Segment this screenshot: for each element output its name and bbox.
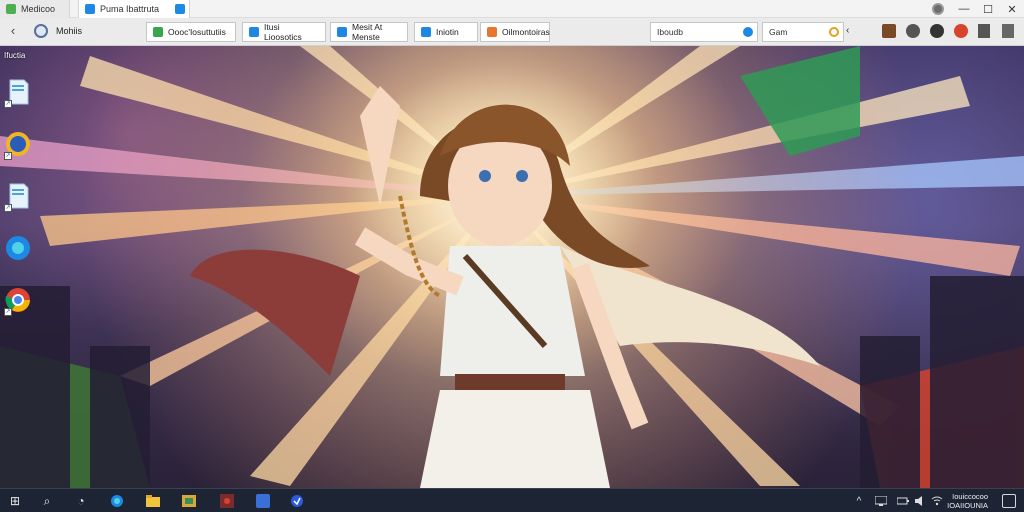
task-view-button[interactable]: ◔	[72, 492, 90, 510]
chevron-left-icon[interactable]: ‹	[846, 24, 856, 38]
bookmark-favicon-icon	[249, 27, 259, 37]
desktop-chrome-icon[interactable]: ↗	[4, 286, 30, 316]
bookmark-label: Iniotin	[436, 27, 459, 37]
bookmark-label: Mesit At Menste	[352, 22, 383, 42]
secondary-input-value: Gam	[769, 27, 788, 37]
menu-icon[interactable]	[978, 24, 990, 38]
browser-toolbar: ‹ Mohiis Oooc'Iosuttutiis Itusi Lioosoti…	[0, 18, 1024, 46]
taskbar-app-icon[interactable]	[218, 492, 236, 510]
shield-icon[interactable]	[930, 24, 944, 38]
start-button[interactable]: ⊞	[6, 492, 24, 510]
bookmark-label: Oooc'Iosuttutiis	[168, 27, 226, 37]
wallpaper-artwork	[0, 46, 1024, 488]
bookmark-label: Oilmontoiras	[502, 27, 550, 37]
maximize-button[interactable]: ☐	[976, 0, 1000, 18]
account-icon[interactable]	[954, 24, 968, 38]
search-input[interactable]: Iboudb	[650, 22, 758, 42]
search-input-value: Iboudb	[657, 27, 683, 37]
tab-medicoo[interactable]: Medicoo	[0, 0, 70, 18]
search-button[interactable]: ⌕	[38, 492, 56, 510]
browser-tab-strip: Medicoo Puma Ibattruta — ☐ ✕	[0, 0, 1024, 18]
taskbar-store-icon[interactable]	[180, 492, 198, 510]
bookmark-1[interactable]: Oooc'Iosuttutiis	[146, 22, 236, 42]
tab-label: Medicoo	[21, 4, 56, 14]
taskbar: ⊞ ⌕ ◔ ^ Iouiccocoo IOAIIOUNIA	[0, 488, 1024, 512]
bookmark-2[interactable]: Itusi Lioosotics	[242, 22, 326, 42]
tab-label: Puma Ibattruta	[100, 4, 160, 14]
profile-avatar[interactable]	[932, 3, 944, 15]
back-button[interactable]: ‹	[6, 24, 20, 38]
bookmark-label: Itusi Lioosotics	[264, 22, 302, 42]
network-icon[interactable]	[874, 494, 888, 508]
desktop-wallpaper	[0, 46, 1024, 488]
bookmark-5[interactable]: Oilmontoiras	[480, 22, 550, 42]
taskbar-app-icon[interactable]	[254, 492, 272, 510]
search-icon[interactable]	[743, 27, 753, 37]
bookmark-favicon-icon	[421, 27, 431, 37]
desktop-file-icon[interactable]: ↗	[4, 78, 30, 108]
bookmark-3[interactable]: Mesit At Menste	[330, 22, 408, 42]
bookmark-4[interactable]: Iniotin	[414, 22, 478, 42]
taskbar-edge-icon[interactable]	[108, 492, 126, 510]
window-controls: — ☐ ✕	[932, 0, 1024, 18]
notification-center-icon[interactable]	[1002, 494, 1016, 508]
volume-icon[interactable]	[914, 494, 928, 508]
bookmark-favicon-icon	[487, 27, 497, 37]
tab-favicon-icon	[85, 4, 95, 14]
taskbar-app-icon[interactable]	[288, 492, 306, 510]
desktop-edge-icon[interactable]	[4, 234, 30, 264]
clock-time: Iouiccocoo	[952, 492, 988, 501]
system-clock[interactable]: Iouiccocoo IOAIIOUNIA	[944, 492, 988, 510]
tab-favicon-icon	[6, 4, 16, 14]
bookmark-favicon-icon	[337, 27, 347, 37]
extension-icon[interactable]	[882, 24, 896, 38]
desktop-folder-label: Ifuctia	[4, 51, 26, 60]
wifi-icon[interactable]	[930, 494, 944, 508]
more-icon[interactable]	[1002, 24, 1014, 38]
refresh-icon[interactable]	[829, 27, 839, 37]
taskbar-folder-icon[interactable]	[144, 492, 162, 510]
minimize-button[interactable]: —	[952, 0, 976, 18]
desktop-app-icon[interactable]: ↗	[4, 130, 30, 160]
site-icon	[34, 24, 48, 38]
chevron-up-icon[interactable]: ^	[852, 494, 866, 508]
settings-icon[interactable]	[906, 24, 920, 38]
desktop-file-icon[interactable]: ↗	[4, 182, 30, 212]
clock-date: IOAIIOUNIA	[947, 501, 988, 510]
bookmark-favicon-icon	[153, 27, 163, 37]
site-label: Mohiis	[56, 26, 83, 36]
close-button[interactable]: ✕	[1000, 0, 1024, 18]
tab-close-icon[interactable]	[175, 4, 185, 14]
tab-puma[interactable]: Puma Ibattruta	[78, 0, 190, 18]
battery-icon[interactable]	[896, 494, 910, 508]
secondary-input[interactable]: Gam	[762, 22, 844, 42]
